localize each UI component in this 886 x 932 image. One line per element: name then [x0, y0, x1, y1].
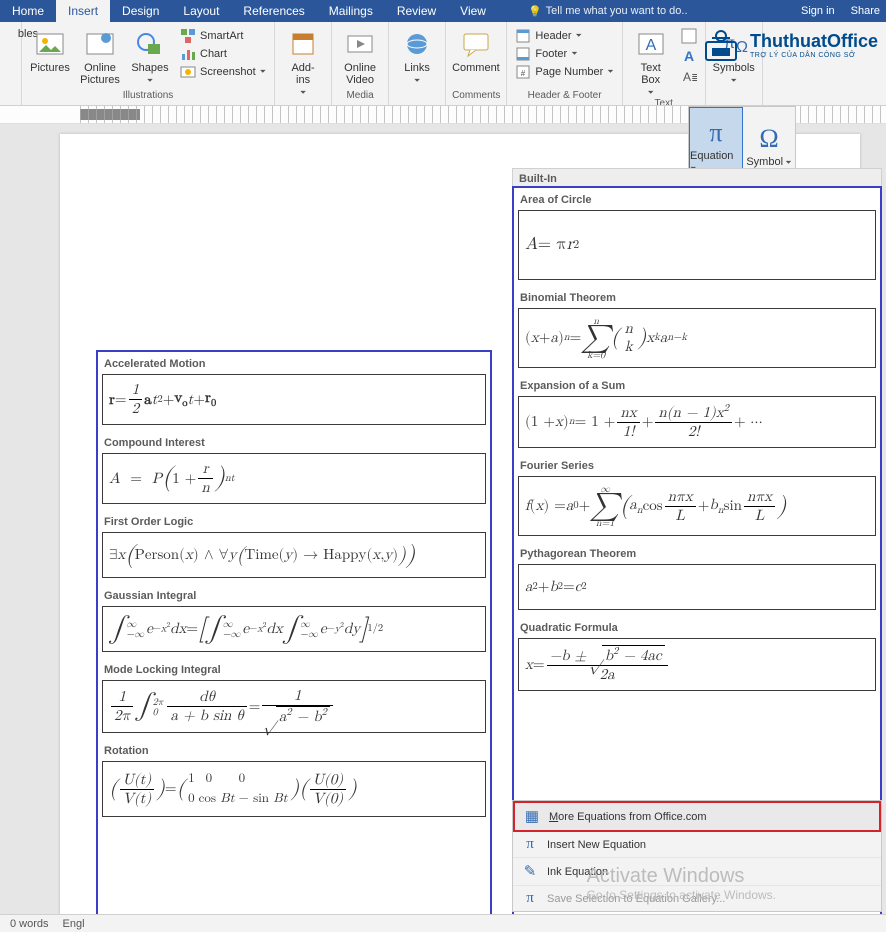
status-bar: 0 words Engl: [0, 914, 886, 932]
chart-icon: [180, 46, 196, 62]
brand-logo: ThuthuatOfficeTRỢ LÝ CỦA DÂN CÔNG SỞ: [698, 24, 878, 66]
ink-icon: ✎: [521, 862, 539, 881]
insert-new-equation[interactable]: πInsert New Equation: [513, 832, 881, 858]
equation-title: First Order Logic: [98, 510, 490, 530]
tab-insert[interactable]: Insert: [56, 0, 110, 22]
equation-preview[interactable]: r = 12at2 + vot + r0: [102, 374, 486, 425]
equation-preview[interactable]: ∫∞−∞e−x2dx = [∫∞−∞e−x2dx ∫∞−∞e−y2dy]1/2: [102, 606, 486, 652]
equation-preview[interactable]: f(x) = a0 + ∞∑n=1 (an cos nπxL + bn sin …: [518, 476, 876, 536]
equation-title: Binomial Theorem: [514, 286, 880, 306]
chart-button[interactable]: Chart: [178, 46, 268, 62]
ribbon-tabs: Home Insert Design Layout References Mai…: [0, 0, 886, 22]
group-comments: Comments: [452, 90, 500, 103]
comment-button[interactable]: Comment: [452, 28, 500, 74]
ink-equation[interactable]: ✎Ink Equation: [513, 858, 881, 886]
tab-view[interactable]: View: [448, 0, 498, 22]
tell-me-search[interactable]: Tell me what you want to do..: [528, 0, 688, 22]
header-icon: [515, 28, 531, 44]
page-number-button[interactable]: #Page Number: [513, 64, 615, 80]
shapes-button[interactable]: Shapes: [128, 28, 172, 86]
comment-icon: [460, 28, 492, 60]
equation-title: Compound Interest: [98, 431, 490, 451]
svg-text:A: A: [645, 37, 656, 54]
smartart-icon: [180, 28, 196, 44]
addins-icon: [287, 28, 319, 60]
pictures-button[interactable]: Pictures: [28, 28, 72, 74]
equation-preview[interactable]: (U(t)V(t)) = (1000cos Bt− sin Bt)(U(0)V(…: [102, 761, 486, 817]
equation-preview[interactable]: (x + a)n = n∑k=0 (nk) xkan−k: [518, 308, 876, 368]
online-video-button[interactable]: Online Video: [338, 28, 382, 86]
sign-in-button[interactable]: Sign in: [801, 5, 835, 17]
video-icon: [344, 28, 376, 60]
textbox-button[interactable]: AText Box: [629, 28, 673, 98]
svg-text:A≣: A≣: [683, 70, 697, 84]
text-misc-1[interactable]: [679, 28, 699, 44]
share-button[interactable]: Share: [847, 5, 880, 17]
pagenum-icon: #: [515, 64, 531, 80]
text-misc-2[interactable]: A: [679, 48, 699, 64]
equation-preview[interactable]: (1 + x)n = 1 + nx1! + n(n − 1)x22! + ⋯: [518, 396, 876, 448]
footer-button[interactable]: Footer: [513, 46, 615, 62]
text-misc-3[interactable]: A≣: [679, 68, 699, 84]
equation-title: Expansion of a Sum: [514, 374, 880, 394]
equation-preview[interactable]: 12π∫2π0 dθa + b sin θ = 1√a2 − b2: [102, 680, 486, 733]
group-illustrations: Illustrations: [28, 90, 268, 103]
addins-button[interactable]: Add- ins: [281, 28, 325, 98]
textbox-icon: A: [635, 28, 667, 60]
pictures-icon: [34, 28, 66, 60]
more-equations-office[interactable]: ▦More Equations from Office.com: [513, 801, 881, 832]
screenshot-icon: [180, 64, 196, 80]
equation-title: Rotation: [98, 739, 490, 759]
omega-icon: Ω: [759, 124, 778, 154]
equation-title: Area of Circle: [514, 188, 880, 208]
office-icon: ▦: [523, 807, 541, 826]
tab-layout[interactable]: Layout: [171, 0, 231, 22]
language-status[interactable]: Engl: [63, 918, 85, 930]
equation-title: Fourier Series: [514, 454, 880, 474]
equation-preview[interactable]: A = πr2: [518, 210, 876, 280]
pi-icon: π: [709, 118, 722, 148]
save-to-gallery: πSave Selection to Equation Gallery...: [513, 886, 881, 911]
lightbulb-icon: [528, 5, 542, 18]
equation-title: Gaussian Integral: [98, 584, 490, 604]
online-pictures-button[interactable]: Online Pictures: [78, 28, 122, 86]
header-button[interactable]: Header: [513, 28, 615, 44]
save-icon: π: [521, 890, 539, 907]
equation-title: Pythagorean Theorem: [514, 542, 880, 562]
equation-menu-commands: ▦More Equations from Office.com πInsert …: [512, 800, 882, 912]
word-count[interactable]: 0 words: [10, 918, 49, 930]
tab-mailings[interactable]: Mailings: [317, 0, 385, 22]
links-button[interactable]: Links: [395, 28, 439, 86]
tab-design[interactable]: Design: [110, 0, 171, 22]
links-icon: [401, 28, 433, 60]
equation-title: Quadratic Formula: [514, 616, 880, 636]
tab-home[interactable]: Home: [0, 0, 56, 22]
screenshot-button[interactable]: Screenshot: [178, 64, 268, 80]
equation-title: Accelerated Motion: [98, 352, 490, 372]
pi-icon: π: [521, 836, 539, 853]
equation-preview[interactable]: ∃x (Person(x) ∧ ∀y(Time(y) → Happy(x,y))…: [102, 532, 486, 578]
ribbon-insert: bles Pictures Online Pictures Shapes Sma…: [0, 22, 886, 106]
footer-icon: [515, 46, 531, 62]
group-header-footer: Header & Footer: [513, 90, 615, 103]
group-text: Text: [629, 98, 699, 106]
equation-title: Mode Locking Integral: [98, 658, 490, 678]
shapes-icon: [134, 28, 166, 60]
tab-references[interactable]: References: [231, 0, 316, 22]
builtin-equations-left: Accelerated Motionr = 12at2 + vot + r0 Co…: [96, 350, 492, 920]
equation-preview[interactable]: a2 + b2 = c2: [518, 564, 876, 610]
equation-preview[interactable]: x = −b ± √b2 − 4ac2a: [518, 638, 876, 691]
online-pictures-icon: [84, 28, 116, 60]
tab-review[interactable]: Review: [385, 0, 448, 22]
svg-text:A: A: [684, 48, 694, 64]
smartart-button[interactable]: SmartArt: [178, 28, 268, 44]
svg-text:#: #: [521, 69, 526, 78]
equation-preview[interactable]: A = P(1 + rn)nt: [102, 453, 486, 504]
group-media: Media: [338, 90, 382, 103]
